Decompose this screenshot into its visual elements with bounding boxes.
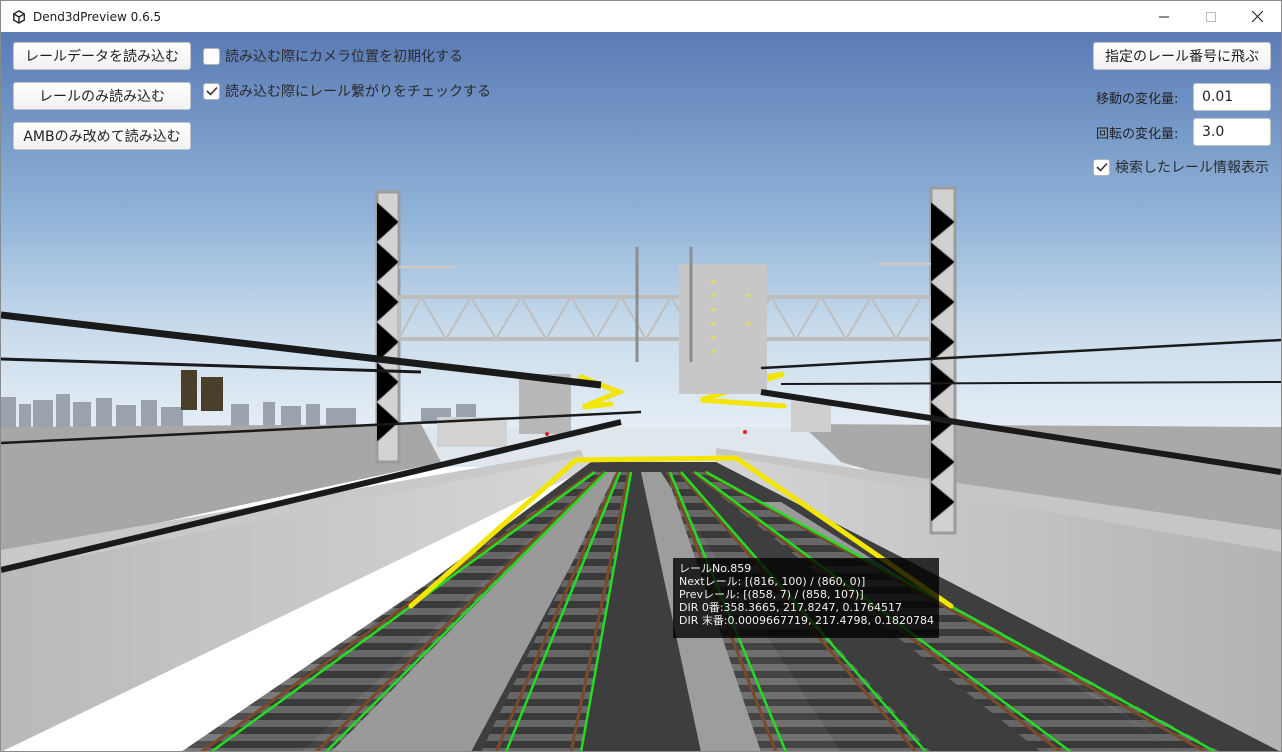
checkmark-icon <box>205 86 218 96</box>
window-title: Dend3dPreview 0.6.5 <box>33 9 162 24</box>
rail-number: レールNo.859 <box>679 562 752 575</box>
rotate-delta-input[interactable]: 3.0 <box>1193 118 1271 146</box>
app-window: Dend3dPreview 0.6.5 レールデータを読み込む レールのみ読み込… <box>0 0 1282 752</box>
reset-camera-label: 読み込む際にカメラ位置を初期化する <box>225 49 463 65</box>
close-button[interactable] <box>1234 1 1281 32</box>
railway-scene <box>1 32 1281 751</box>
minimize-icon <box>1158 16 1169 17</box>
3d-viewport[interactable]: レールデータを読み込む レールのみ読み込む AMBのみ改めて読み込む 読み込む際… <box>1 32 1281 751</box>
window-controls <box>1140 1 1281 32</box>
show-rail-info-checkbox[interactable] <box>1093 158 1110 176</box>
maximize-icon <box>1205 11 1216 22</box>
next-rail-info: Nextレール: [(816, 100) / (860, 0)] <box>679 575 866 588</box>
check-connection-toggle[interactable]: 読み込む際にレール繋がりをチェックする <box>203 81 491 101</box>
check-connection-checkbox[interactable] <box>203 82 220 100</box>
maximize-button[interactable] <box>1187 1 1234 32</box>
reset-camera-checkbox[interactable] <box>203 47 220 65</box>
move-delta-label: 移動の変化量: <box>1096 92 1179 107</box>
prev-rail-info: Prevレール: [(858, 7) / (858, 107)] <box>679 588 864 601</box>
show-rail-info-toggle[interactable]: 検索したレール情報表示 <box>1093 157 1269 177</box>
reload-amb-button[interactable]: AMBのみ改めて読み込む <box>13 122 191 150</box>
jump-to-rail-button[interactable]: 指定のレール番号に飛ぶ <box>1093 42 1271 70</box>
close-icon <box>1252 11 1263 22</box>
reset-camera-toggle[interactable]: 読み込む際にカメラ位置を初期化する <box>203 46 463 66</box>
dir-last-info: DIR 末番:0.0009667719, 217.4798, 0.1820784 <box>679 614 934 627</box>
check-connection-label: 読み込む際にレール繋がりをチェックする <box>225 84 491 100</box>
minimize-button[interactable] <box>1140 1 1187 32</box>
unity-logo-icon <box>13 9 25 24</box>
load-rail-only-button[interactable]: レールのみ読み込む <box>13 82 191 110</box>
title-bar: Dend3dPreview 0.6.5 <box>1 1 1281 32</box>
rail-info-panel: レールNo.859 Nextレール: [(816, 100) / (860, 0… <box>673 558 939 638</box>
move-delta-input[interactable]: 0.01 <box>1193 83 1271 111</box>
load-rail-data-button[interactable]: レールデータを読み込む <box>13 42 191 70</box>
show-rail-info-label: 検索したレール情報表示 <box>1115 160 1269 176</box>
rotate-delta-label: 回転の変化量: <box>1096 127 1179 142</box>
checkmark-icon <box>1095 162 1108 172</box>
dir-first-info: DIR 0番:358.3665, 217.8247, 0.1764517 <box>679 601 903 614</box>
